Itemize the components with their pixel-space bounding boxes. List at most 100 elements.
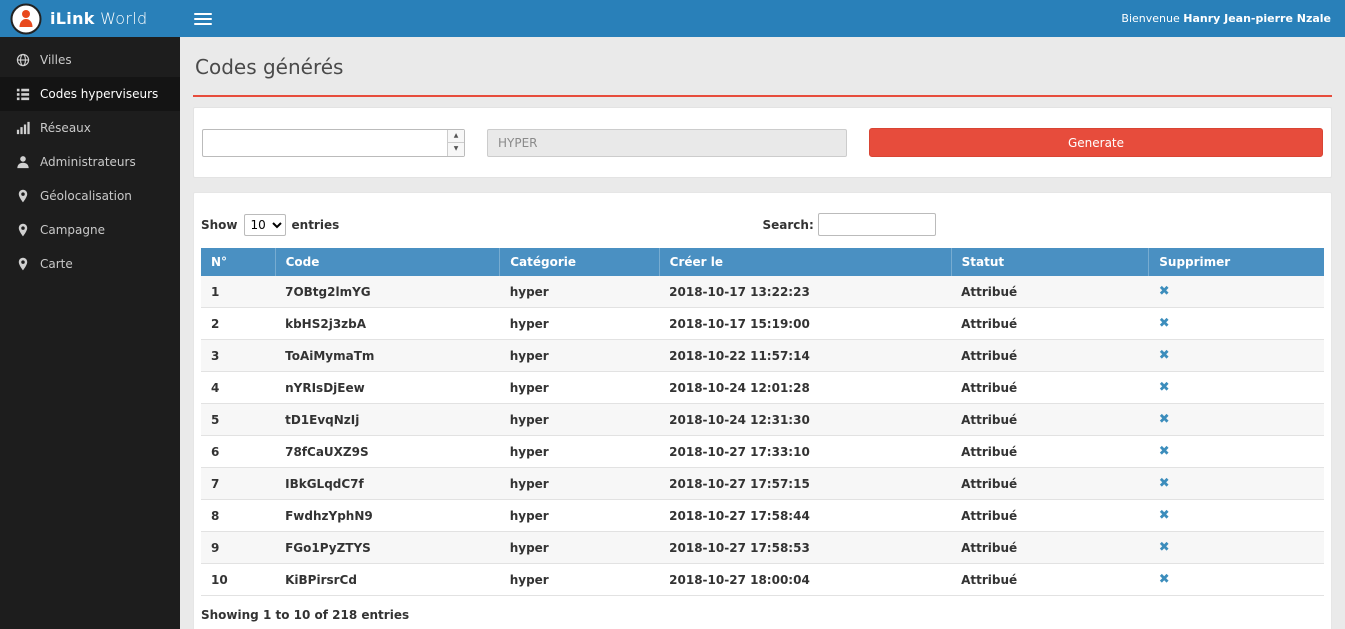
delete-icon[interactable]: ✖ [1159,412,1170,427]
sidebar-item-carte[interactable]: Carte [0,247,180,281]
brand-title: iLink World [50,9,147,28]
cell-category: hyper [500,532,659,564]
table-row: 9 FGo1PyZTYS hyper 2018-10-27 17:58:53 A… [201,532,1324,564]
brand: iLink World [0,0,180,37]
cell-status: Attribué [951,468,1149,500]
quantity-stepper[interactable]: ▲ ▼ [447,130,464,156]
sidebar-item-label: Campagne [40,223,105,237]
sidebar-item-codes-hyperviseurs[interactable]: Codes hyperviseurs [0,77,180,111]
cell-status: Attribué [951,564,1149,596]
map-marker-icon [16,257,30,271]
cell-num: 6 [201,436,275,468]
cell-code: ToAiMymaTm [275,340,500,372]
table-row: 8 FwdhzYphN9 hyper 2018-10-27 17:58:44 A… [201,500,1324,532]
cell-created: 2018-10-17 13:22:23 [659,276,951,308]
col-header-num[interactable]: N° [201,248,275,276]
topbar: iLink World Bienvenue Hanry Jean-pierre … [0,0,1345,37]
delete-icon[interactable]: ✖ [1159,284,1170,299]
sidebar-item-label: Géolocalisation [40,189,132,203]
cell-category: hyper [500,564,659,596]
table-row: 6 78fCaUXZ9S hyper 2018-10-27 17:33:10 A… [201,436,1324,468]
user-icon [16,155,30,169]
sidebar-item-campagne[interactable]: Campagne [0,213,180,247]
cell-created: 2018-10-17 15:19:00 [659,308,951,340]
main-content: Codes générés ▲ ▼ Generate Show 10 [180,37,1345,629]
app-logo-icon [10,3,42,35]
cell-created: 2018-10-27 17:58:44 [659,500,951,532]
sidebar-item-label: Codes hyperviseurs [40,87,158,101]
cell-category: hyper [500,340,659,372]
delete-icon[interactable]: ✖ [1159,572,1170,587]
cell-num: 7 [201,468,275,500]
cell-created: 2018-10-27 17:58:53 [659,532,951,564]
cell-category: hyper [500,404,659,436]
user-name: Hanry Jean-pierre Nzale [1183,12,1331,25]
welcome-prefix: Bienvenue [1121,12,1183,25]
cell-status: Attribué [951,436,1149,468]
cell-created: 2018-10-22 11:57:14 [659,340,951,372]
delete-icon[interactable]: ✖ [1159,444,1170,459]
brand-title-bold: iLink [50,9,95,28]
cell-num: 1 [201,276,275,308]
map-marker-icon [16,189,30,203]
delete-icon[interactable]: ✖ [1159,508,1170,523]
page-size-select[interactable]: 10 [244,214,286,236]
list-icon [16,87,30,101]
table-header-row: N° Code Catégorie Créer le Statut Suppri… [201,248,1324,276]
stepper-up-icon[interactable]: ▲ [448,130,464,144]
col-header-category[interactable]: Catégorie [500,248,659,276]
codes-table: N° Code Catégorie Créer le Statut Suppri… [201,248,1324,596]
cell-code: 7OBtg2lmYG [275,276,500,308]
cell-code: nYRIsDjEew [275,372,500,404]
cell-num: 4 [201,372,275,404]
sidebar: Villes Codes hyperviseurs Réseaux [0,37,180,629]
delete-icon[interactable]: ✖ [1159,380,1170,395]
cell-num: 10 [201,564,275,596]
cell-num: 8 [201,500,275,532]
stepper-down-icon[interactable]: ▼ [448,143,464,156]
col-header-delete[interactable]: Supprimer [1149,248,1324,276]
col-header-status[interactable]: Statut [951,248,1149,276]
cell-num: 9 [201,532,275,564]
map-marker-icon [16,223,30,237]
title-block: Codes générés [193,37,1332,79]
quantity-input[interactable] [202,129,465,157]
cell-code: FwdhzYphN9 [275,500,500,532]
cell-status: Attribué [951,532,1149,564]
delete-icon[interactable]: ✖ [1159,348,1170,363]
globe-icon [16,53,30,67]
search-input[interactable] [818,213,936,236]
cell-category: hyper [500,276,659,308]
cell-category: hyper [500,308,659,340]
delete-icon[interactable]: ✖ [1159,316,1170,331]
hamburger-menu-icon[interactable] [194,13,212,25]
table-panel: Show 10 entries Search: [193,192,1332,629]
cell-status: Attribué [951,500,1149,532]
table-row: 2 kbHS2j3zbA hyper 2018-10-17 15:19:00 A… [201,308,1324,340]
cell-num: 5 [201,404,275,436]
table-row: 5 tD1EvqNzIj hyper 2018-10-24 12:31:30 A… [201,404,1324,436]
signal-icon [16,121,30,135]
topbar-main: Bienvenue Hanry Jean-pierre Nzale [180,0,1345,37]
cell-status: Attribué [951,276,1149,308]
table-row: 3 ToAiMymaTm hyper 2018-10-22 11:57:14 A… [201,340,1324,372]
sidebar-item-label: Carte [40,257,73,271]
cell-num: 2 [201,308,275,340]
col-header-created[interactable]: Créer le [659,248,951,276]
delete-icon[interactable]: ✖ [1159,476,1170,491]
sidebar-item-geolocalisation[interactable]: Géolocalisation [0,179,180,213]
table-controls: Show 10 entries Search: [201,213,1324,236]
table-row: 10 KiBPirsrCd hyper 2018-10-27 18:00:04 … [201,564,1324,596]
cell-code: tD1EvqNzIj [275,404,500,436]
cell-status: Attribué [951,308,1149,340]
sidebar-item-administrateurs[interactable]: Administrateurs [0,145,180,179]
col-header-code[interactable]: Code [275,248,500,276]
title-divider [193,95,1332,97]
sidebar-item-villes[interactable]: Villes [0,43,180,77]
sidebar-item-reseaux[interactable]: Réseaux [0,111,180,145]
delete-icon[interactable]: ✖ [1159,540,1170,555]
generate-button[interactable]: Generate [869,128,1323,157]
cell-created: 2018-10-27 17:33:10 [659,436,951,468]
table-row: 4 nYRIsDjEew hyper 2018-10-24 12:01:28 A… [201,372,1324,404]
cell-category: hyper [500,372,659,404]
